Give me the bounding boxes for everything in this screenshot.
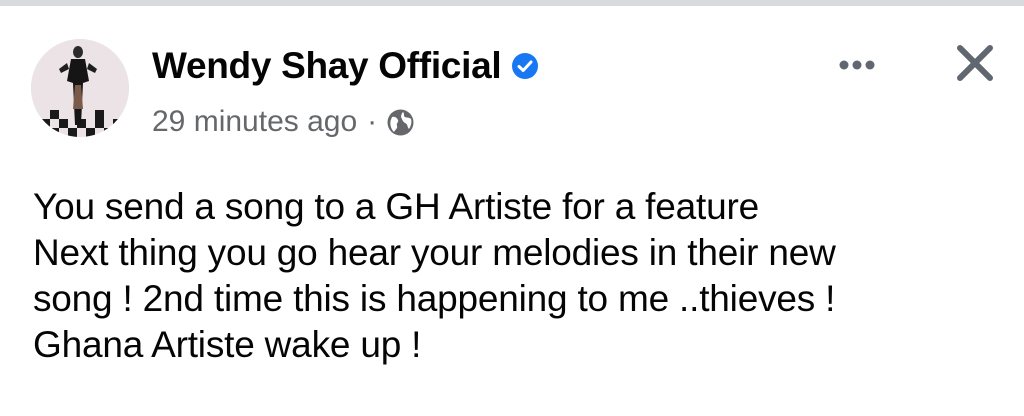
facebook-post: Wendy Shay Official 29 minutes ago · You… xyxy=(0,6,1024,416)
globe-icon[interactable] xyxy=(386,108,415,137)
post-timestamp[interactable]: 29 minutes ago xyxy=(152,102,357,142)
close-button[interactable] xyxy=(947,39,1003,91)
author-name[interactable]: Wendy Shay Official xyxy=(152,44,502,88)
message-line-4: Ghana Artiste wake up ! xyxy=(33,324,422,365)
close-icon xyxy=(955,43,995,88)
author-row: Wendy Shay Official xyxy=(152,44,539,88)
message-line-2: Next thing you go hear your melodies in … xyxy=(33,232,836,273)
more-options-button[interactable] xyxy=(829,49,885,85)
profile-photo xyxy=(31,39,129,137)
verified-badge-icon xyxy=(511,52,539,80)
post-meta: 29 minutes ago · xyxy=(152,102,415,142)
message-line-1: You send a song to a GH Artiste for a fe… xyxy=(33,186,759,227)
more-options-icon xyxy=(837,58,877,76)
meta-separator: · xyxy=(367,105,378,138)
post-message: You send a song to a GH Artiste for a fe… xyxy=(33,184,1013,368)
author-avatar[interactable] xyxy=(31,39,129,137)
message-line-3: song ! 2nd time this is happening to me … xyxy=(33,278,836,319)
